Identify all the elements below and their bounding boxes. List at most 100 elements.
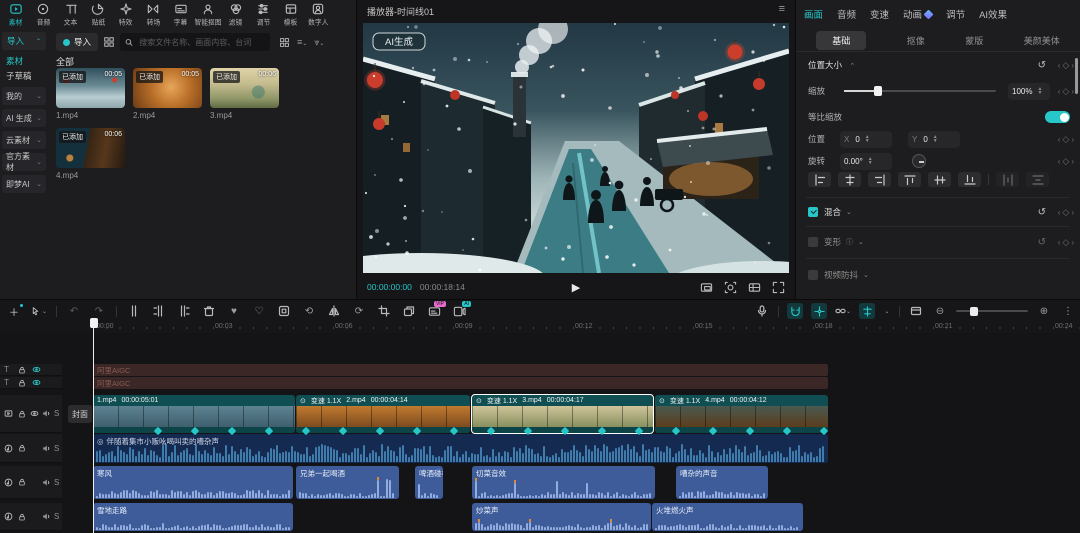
align-hcenter-button[interactable] [838,172,861,187]
position-y-field[interactable]: Y0▲▼ [908,131,960,148]
lock-icon[interactable] [18,379,26,387]
zoom-in-button[interactable]: ⊕ [1036,303,1052,319]
tab-animation[interactable]: 动画 [903,7,932,21]
favorite-outline-icon[interactable]: ♡ [251,303,267,319]
stepper-icon[interactable]: ▲▼ [868,157,873,165]
stepper-icon[interactable]: ▲▼ [933,135,938,143]
checkbox-checked-icon[interactable] [808,207,818,217]
reverse-button[interactable]: ⟲ [301,303,317,319]
keyframe-control[interactable]: ‹◇› [1058,156,1074,167]
keyframe-control[interactable]: ‹◇› [1058,237,1074,248]
select-tool-button[interactable]: ⌄ [31,303,47,319]
sidebar-item-cloud[interactable]: 云素材⌄ [2,131,46,149]
scale-value-box[interactable]: 100%▲▼ [1008,83,1050,100]
text-clip[interactable]: 阿里AIGC [93,377,828,389]
more-options-button[interactable]: ⋮ [1060,303,1076,319]
play-button[interactable]: ▶ [572,281,580,294]
sidebar-item-jimeng-ai[interactable]: 即梦AI⌄ [2,175,46,193]
smart-clip-button[interactable]: AI [451,303,467,319]
lock-icon[interactable] [18,366,26,374]
sidebar-item-subdraft[interactable]: 子草稿 [0,68,48,83]
slider-knob[interactable] [874,86,882,96]
record-voiceover-button[interactable] [754,303,770,319]
mute-icon[interactable] [42,444,51,453]
split-button[interactable] [126,303,142,319]
tab-speed[interactable]: 变速 [870,7,889,21]
media-search[interactable] [120,33,270,51]
category-transition[interactable]: 转场 [140,2,168,28]
grid-view-icon[interactable] [279,37,290,48]
tab-picture[interactable]: 画面 [804,7,823,21]
sidebar-item-ai-generate[interactable]: AI 生成⌄ [2,109,46,127]
timeline-ruler[interactable]: 00:00 00:03 00:06 00:09 00:12 00:15 00:1… [0,322,1080,333]
sidebar-item-material[interactable]: 素材 [0,53,48,68]
playhead-line[interactable] [93,320,94,533]
keyframe-control[interactable]: ‹◇› [1058,86,1074,97]
import-button[interactable]: 导入 [56,33,98,51]
category-captions[interactable]: 字幕 [167,2,195,28]
align-vcenter-button[interactable] [928,172,951,187]
media-item-4[interactable]: 已添加 00:06 [56,128,125,168]
tab-ai-effects[interactable]: AI效果 [979,7,1007,21]
align-right-button[interactable] [868,172,891,187]
video-preview[interactable]: AI生成 [363,23,789,273]
keyframe-control[interactable]: ‹◇› [1058,134,1074,145]
align-left-button[interactable] [808,172,831,187]
tab-adjust[interactable]: 调节 [946,7,965,21]
checkbox-icon[interactable] [808,237,818,247]
timeline-zoom-slider[interactable] [956,310,1028,312]
linkage-button[interactable]: ⌄ [835,303,851,319]
solo-label[interactable]: S [54,409,59,418]
category-smart-cutout[interactable]: 智能抠图 [195,2,223,28]
subtab-keying[interactable]: 抠像 [907,34,925,47]
timeline-settings-button[interactable] [908,303,924,319]
category-template[interactable]: 模板 [277,2,305,28]
filter-icon[interactable]: ⩔⌄ [314,37,324,48]
mute-icon[interactable] [42,409,51,418]
zoom-out-button[interactable]: ⊖ [932,303,948,319]
lock-icon[interactable] [18,444,26,452]
reset-icon[interactable]: ↺ [1038,237,1046,248]
preview-axis-chevron[interactable]: ⌄ [883,303,891,319]
split-keep-left-button[interactable] [151,303,167,319]
align-bottom-button[interactable] [958,172,981,187]
preview-axis-button[interactable] [859,303,875,319]
main-track-magnet-button[interactable] [787,303,803,319]
category-text[interactable]: 文本 [57,2,85,28]
lock-icon[interactable] [18,513,26,521]
media-item-2[interactable]: 已添加 00:05 [133,68,202,108]
reset-icon[interactable]: ↺ [1038,60,1046,71]
mirror-cast-icon[interactable] [700,281,713,294]
redo-button[interactable]: ↷ [91,303,107,319]
filter-all-label[interactable]: 全部 [56,55,74,68]
audio-clip[interactable]: 雪地走路 [93,503,293,531]
replace-button[interactable] [401,303,417,319]
tab-audio[interactable]: 音频 [837,7,856,21]
delete-button[interactable] [201,303,217,319]
eye-icon[interactable] [30,409,39,418]
keyframe-markers[interactable] [93,426,828,436]
rotate-field[interactable]: 0.00°▲▼ [840,153,892,170]
keyframe-control[interactable]: ‹◇› [1058,207,1074,218]
voiceover-clip[interactable]: ◎伴随着集市小贩吆喝叫卖的嘈杂声 [93,434,828,463]
lock-icon[interactable] [18,478,26,486]
audio-clip[interactable]: 切菜音效 [472,466,655,499]
audio-clip[interactable]: 啤酒碰杯声 [415,466,443,499]
position-size-title[interactable]: 位置大小 ⌃ [808,59,855,71]
stabilize-toggle-row[interactable]: 视频防抖⌄ [808,269,869,281]
subtab-beauty[interactable]: 美颜美体 [1024,34,1060,47]
stepper-icon[interactable]: ▲▼ [1037,87,1042,95]
auto-snap-button[interactable] [811,303,827,319]
subtab-basic[interactable]: 基础 [816,31,866,50]
media-item-3[interactable]: 已添加 00:06 [210,68,279,108]
checkbox-icon[interactable] [808,270,818,280]
mirror-button[interactable] [326,303,342,319]
audio-clip[interactable]: 火堆燃火声 [652,503,803,531]
distribute-v-button[interactable] [1026,172,1049,187]
stepper-icon[interactable]: ▲▼ [865,135,870,143]
transform-toggle-row[interactable]: 变形ⓘ⌄ [808,236,864,248]
blend-toggle-row[interactable]: 混合⌄ [808,206,852,218]
split-keep-right-button[interactable] [176,303,192,319]
player-menu-icon[interactable]: ≡ [779,3,785,15]
material-library-icon[interactable] [103,36,115,48]
